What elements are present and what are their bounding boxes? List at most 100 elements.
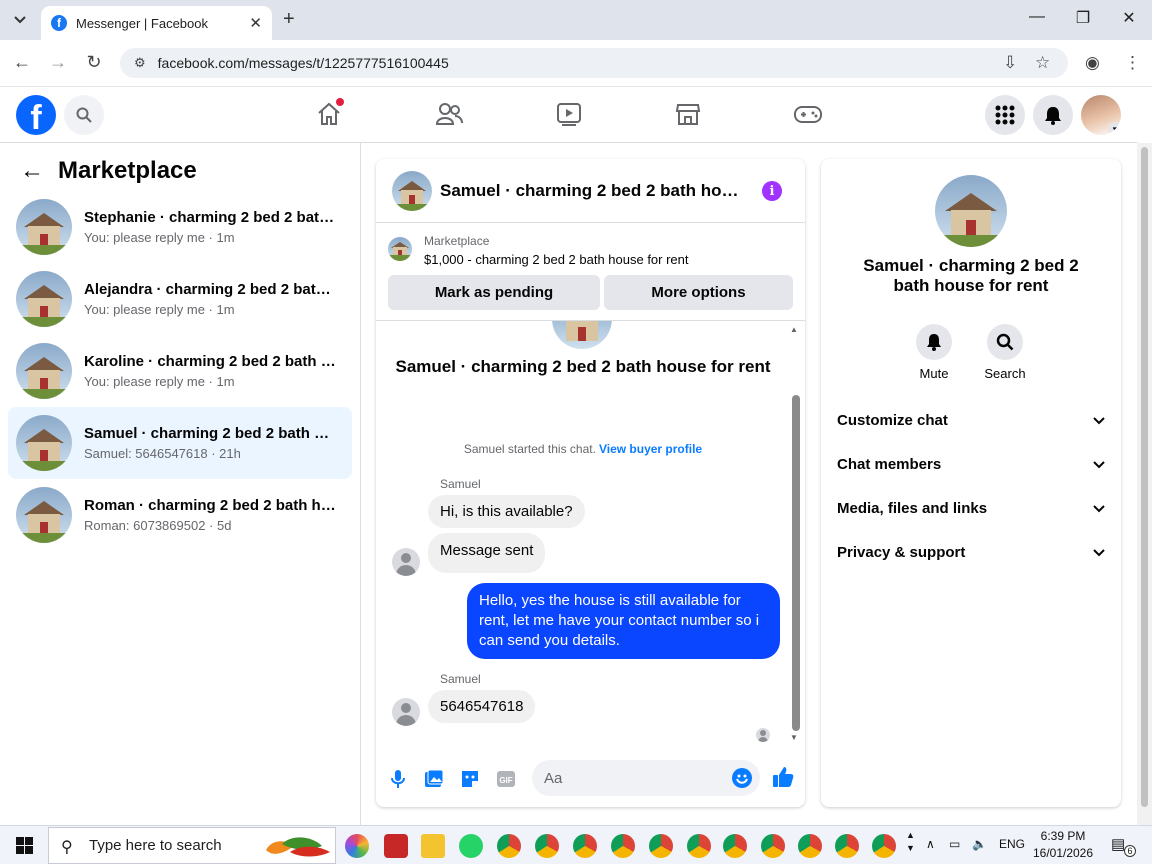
page-scrollbar[interactable] [1137, 143, 1152, 825]
minimize-icon[interactable]: — [1022, 8, 1052, 26]
customize-chat-section[interactable]: Customize chat [837, 398, 1105, 442]
chrome-profile-icon[interactable] [611, 834, 635, 858]
facebook-logo-icon[interactable]: f [16, 95, 56, 135]
close-window-icon[interactable]: ✕ [1114, 8, 1144, 28]
message-bubble[interactable]: 5646547618 [428, 690, 536, 723]
grid-icon [995, 105, 1015, 125]
chrome-profile-icon[interactable] [535, 834, 559, 858]
new-tab-button[interactable]: + [283, 8, 295, 31]
photo-icon[interactable] [423, 768, 445, 790]
microphone-icon[interactable] [387, 768, 409, 790]
message-bubble[interactable]: Hi, is this available? [428, 495, 585, 528]
listing-thumbnail[interactable] [388, 237, 412, 261]
account-avatar[interactable]: ▾ [1081, 95, 1121, 135]
search-conversation-button[interactable]: Search [975, 324, 1035, 381]
sender-avatar[interactable] [392, 698, 420, 726]
chat-title[interactable]: Samuel · charming 2 bed 2 bath house for… [440, 181, 744, 201]
message-composer: GIF Aa [376, 751, 805, 807]
browser-tab[interactable]: f Messenger | Facebook ✕ [41, 6, 272, 40]
message-scrollbar[interactable] [792, 395, 800, 731]
menu-grid-button[interactable] [985, 95, 1025, 135]
show-hidden-icons-icon[interactable]: ∧ [926, 837, 935, 851]
mark-as-pending-button[interactable]: Mark as pending [388, 275, 600, 310]
conversation-item[interactable]: Karoline · charming 2 bed 2 bath house f… [8, 335, 352, 407]
toolbox-app-icon[interactable] [384, 834, 408, 858]
conversation-name: Karoline · charming 2 bed 2 bath house f… [84, 353, 336, 370]
section-label: Media, files and links [837, 499, 988, 517]
media-files-links-section[interactable]: Media, files and links [837, 486, 1105, 530]
close-tab-icon[interactable]: ✕ [249, 14, 262, 32]
message-thread: Samuel · charming 2 bed 2 bath house for… [376, 321, 805, 751]
chrome-profile-icon[interactable] [723, 834, 747, 858]
tab-search-button[interactable] [8, 9, 32, 31]
more-options-button[interactable]: More options [604, 275, 793, 310]
conversation-item[interactable]: Stephanie · charming 2 bed 2 bath house … [8, 191, 352, 263]
chrome-profile-icon[interactable] [497, 834, 521, 858]
emoji-icon[interactable] [732, 768, 752, 788]
scroll-down-icon[interactable]: ▼ [790, 733, 798, 742]
privacy-support-section[interactable]: Privacy & support [837, 530, 1105, 574]
chrome-profile-icon[interactable] [761, 834, 785, 858]
tab-strip: f Messenger | Facebook ✕ + — ❐ ✕ [0, 0, 1152, 40]
language-indicator[interactable]: ENG [999, 837, 1025, 851]
chrome-profile-icon[interactable] [872, 834, 896, 858]
marketplace-icon[interactable] [673, 99, 703, 129]
bell-icon [927, 334, 941, 351]
file-explorer-icon[interactable] [421, 834, 445, 858]
site-settings-icon[interactable]: ⚙ [134, 55, 146, 71]
whatsapp-icon[interactable] [459, 834, 483, 858]
maximize-icon[interactable]: ❐ [1068, 8, 1098, 28]
video-icon[interactable] [554, 99, 584, 129]
info-icon[interactable]: i [762, 181, 782, 201]
back-arrow-icon[interactable]: ← [20, 157, 44, 185]
panel-header: ← Marketplace [20, 157, 197, 185]
my-message-bubble[interactable]: Hello, yes the house is still available … [467, 583, 780, 659]
conversation-item[interactable]: Alejandra · charming 2 bed 2 bath house … [8, 263, 352, 335]
taskbar-clock[interactable]: 6:39 PM 16/01/2026 [1032, 828, 1094, 862]
taskbar-scroll-icon[interactable]: ▲ ▼ [906, 829, 915, 855]
conversation-item-active[interactable]: Samuel · charming 2 bed 2 bath house for… [8, 407, 352, 479]
chrome-profile-icon[interactable] [835, 834, 859, 858]
sticker-icon[interactable] [459, 768, 481, 790]
network-icon[interactable]: ▭ [949, 837, 960, 851]
chrome-profile-icon[interactable] [798, 834, 822, 858]
notification-dot [336, 98, 344, 106]
profile-icon[interactable]: ◉ [1085, 53, 1100, 73]
chevron-down-icon: ▾ [1108, 122, 1121, 135]
conversation-name: Roman · charming 2 bed 2 bath house for … [84, 497, 336, 514]
scroll-up-icon[interactable]: ▲ [790, 325, 798, 334]
chat-thumbnail[interactable] [392, 170, 432, 211]
reload-icon[interactable]: ↻ [82, 52, 106, 73]
windows-start-icon[interactable] [16, 837, 33, 854]
chat-members-section[interactable]: Chat members [837, 442, 1105, 486]
friends-icon[interactable] [434, 99, 464, 129]
notification-count-badge: 6 [1124, 845, 1136, 857]
menu-dots-icon[interactable]: ⋮ [1124, 53, 1141, 73]
volume-icon[interactable]: 🔈 [972, 837, 987, 851]
copilot-icon[interactable] [345, 834, 369, 858]
gaming-icon[interactable] [793, 99, 823, 129]
message-input[interactable]: Aa [532, 760, 760, 796]
address-bar[interactable]: ⚙ facebook.com/messages/t/12257775161004… [120, 48, 1068, 78]
facebook-search-button[interactable] [64, 95, 104, 135]
chrome-profile-icon[interactable] [573, 834, 597, 858]
page-scrollbar-thumb[interactable] [1141, 147, 1148, 807]
view-buyer-profile-link[interactable]: View buyer profile [599, 442, 702, 456]
message-bubble[interactable]: Message sent [428, 533, 546, 573]
back-icon[interactable]: ← [10, 52, 34, 73]
bookmark-star-icon[interactable]: ☆ [1035, 53, 1050, 73]
notifications-button[interactable] [1033, 95, 1073, 135]
gif-icon[interactable]: GIF [495, 768, 517, 790]
sender-avatar[interactable] [392, 548, 420, 576]
forward-icon[interactable]: → [46, 52, 70, 73]
mute-button[interactable]: Mute [904, 324, 964, 381]
marketplace-label: Marketplace [424, 234, 490, 248]
listing-price-title[interactable]: $1,000 - charming 2 bed 2 bath house for… [424, 252, 689, 267]
like-thumbs-up-icon[interactable] [771, 765, 795, 789]
chrome-profile-icon[interactable] [687, 834, 711, 858]
panel-title: Marketplace [58, 157, 197, 184]
conversation-item[interactable]: Roman · charming 2 bed 2 bath house for … [8, 479, 352, 551]
listing-avatar[interactable] [935, 175, 1007, 247]
install-app-icon[interactable]: ⇩ [1003, 53, 1017, 73]
chrome-profile-icon[interactable] [649, 834, 673, 858]
